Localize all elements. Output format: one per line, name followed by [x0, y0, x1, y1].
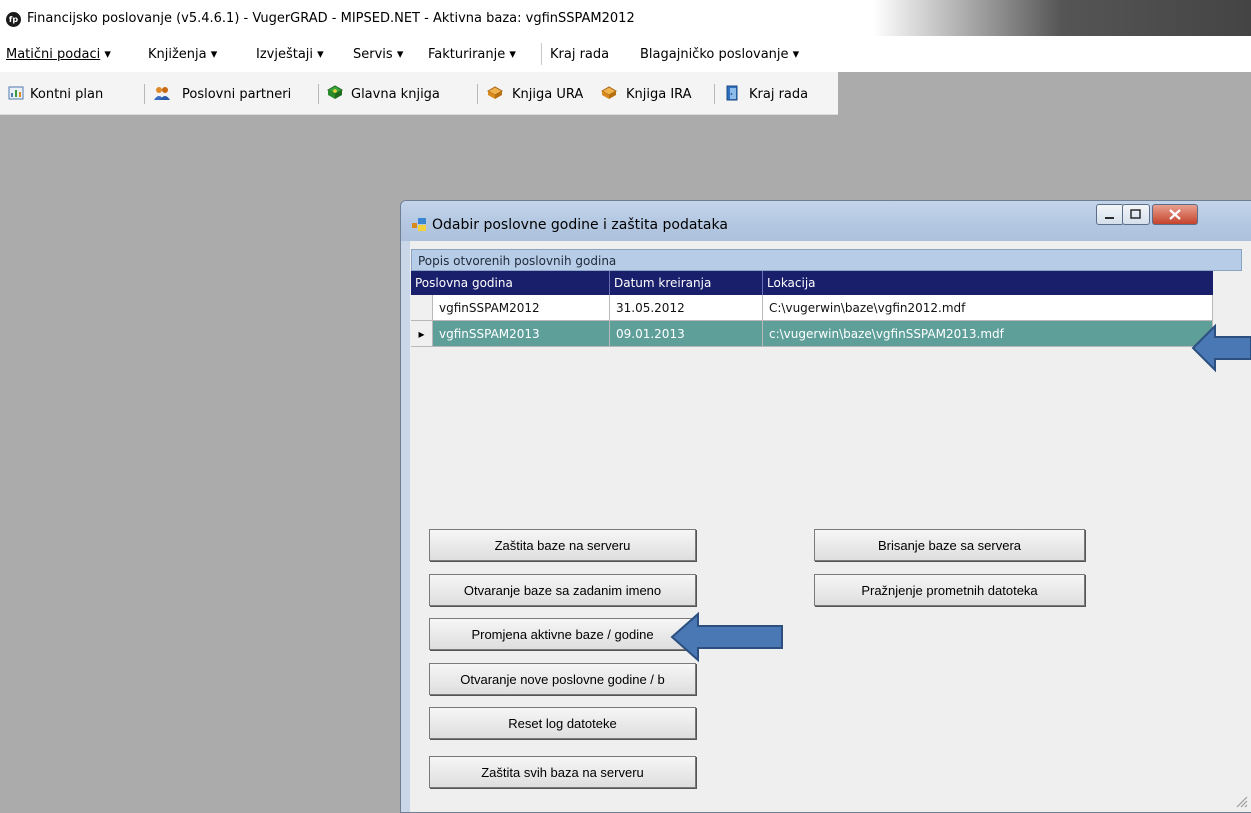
column-header-poslovna-godina[interactable]: Poslovna godina [411, 271, 610, 295]
toolbar-kontni-plan[interactable]: Kontni plan [30, 87, 103, 102]
users-icon [154, 87, 170, 100]
book-ura-icon [487, 86, 503, 99]
minimize-button[interactable] [1096, 204, 1124, 225]
column-header-datum-kreiranja[interactable]: Datum kreiranja [610, 271, 763, 295]
toolbar-knjiga-ura[interactable]: Knjiga URA [512, 87, 583, 102]
cell-poslovna-godina[interactable]: vgfinSSPAM2012 [433, 295, 610, 321]
toolbar-separator [318, 84, 319, 104]
years-grid[interactable]: Poslovna godina Datum kreiranja Lokacija… [411, 271, 1213, 507]
chevron-down-icon: ▾ [317, 47, 324, 62]
annotation-arrow-left-icon [1191, 323, 1251, 373]
cell-lokacija[interactable]: c:\vugerwin\baze\vgfinSSPAM2013.mdf [763, 321, 1213, 347]
maximize-icon [1130, 209, 1141, 219]
chevron-down-icon: ▾ [509, 47, 516, 62]
form-icon [412, 218, 426, 231]
annotation-arrow-left-icon [670, 611, 783, 663]
praznjenje-datoteka-button[interactable]: Pražnjenje prometnih datoteka [814, 574, 1085, 606]
grid-caption: Popis otvorenih poslovnih godina [411, 249, 1242, 271]
menu-blagajnicko-poslovanje[interactable]: Blagajničko poslovanje ▾ [640, 47, 799, 62]
zastita-svih-baza-button[interactable]: Zaštita svih baza na serveru [429, 756, 696, 788]
title-bar-gradient [831, 0, 1251, 36]
toolbar-poslovni-partneri[interactable]: Poslovni partneri [182, 87, 291, 102]
otvaranje-nove-godine-button[interactable]: Otvaranje nove poslovne godine / b [429, 663, 696, 695]
toolbar-separator [714, 84, 715, 104]
menu-izvjestaji[interactable]: Izvještaji ▾ [256, 47, 324, 62]
menu-label: Servis [353, 47, 393, 62]
current-row-icon: ▸ [418, 326, 425, 341]
row-header[interactable]: ▸ [411, 321, 433, 347]
menu-label: Fakturiranje [428, 47, 506, 62]
table-row[interactable]: vgfinSSPAM2012 31.05.2012 C:\vugerwin\ba… [411, 295, 1213, 321]
chevron-down-icon: ▾ [104, 47, 111, 62]
chevron-down-icon: ▾ [210, 47, 218, 62]
toolbar-glavna-knjiga[interactable]: Glavna knjiga [351, 87, 440, 102]
chart-icon [8, 86, 24, 100]
menu-knjizenja[interactable]: Knjiženja ▾ [148, 47, 217, 62]
app-title: Financijsko poslovanje (v5.4.6.1) - Vuge… [27, 11, 635, 26]
cell-lokacija[interactable]: C:\vugerwin\baze\vgfin2012.mdf [763, 295, 1213, 321]
toolbar-kraj-rada[interactable]: Kraj rada [749, 87, 808, 102]
chevron-down-icon: ▾ [792, 47, 800, 62]
menu-label: Knjiženja [148, 47, 207, 62]
cell-datum-kreiranja[interactable]: 09.01.2013 [610, 321, 763, 347]
close-icon [1169, 209, 1181, 220]
app-title-bar: fp Financijsko poslovanje (v5.4.6.1) - V… [0, 0, 1251, 36]
menu-label: Izvještaji [256, 47, 314, 62]
row-header[interactable] [411, 295, 433, 321]
book-icon [327, 85, 343, 99]
resize-grip-icon[interactable] [1234, 794, 1248, 808]
menu-maticni-podaci[interactable]: Matični podaci ▾ [6, 47, 111, 62]
grid-header: Poslovna godina Datum kreiranja Lokacija [411, 271, 1213, 295]
app-icon: fp [6, 12, 21, 27]
menu-label: Matični podaci [6, 47, 101, 62]
toolbar-separator [477, 84, 478, 104]
promjena-aktivne-baze-button[interactable]: Promjena aktivne baze / godine [429, 618, 696, 650]
menu-fakturiranje[interactable]: Fakturiranje ▾ [428, 47, 516, 62]
exit-door-icon [726, 85, 738, 101]
book-ira-icon [601, 86, 617, 99]
cell-datum-kreiranja[interactable]: 31.05.2012 [610, 295, 763, 321]
menu-label: Kraj rada [550, 47, 610, 62]
table-row-selected[interactable]: ▸ vgfinSSPAM2013 09.01.2013 c:\vugerwin\… [411, 321, 1213, 347]
menu-kraj-rada[interactable]: Kraj rada [550, 47, 609, 62]
brisanje-baze-button[interactable]: Brisanje baze sa servera [814, 529, 1085, 561]
maximize-button[interactable] [1122, 204, 1150, 225]
reset-log-button[interactable]: Reset log datoteke [429, 707, 696, 739]
otvaranje-baze-button[interactable]: Otvaranje baze sa zadanim imeno [429, 574, 696, 606]
close-button[interactable] [1152, 204, 1198, 225]
minimize-icon [1105, 217, 1114, 219]
toolbar-separator [144, 84, 145, 104]
menu-label: Blagajničko poslovanje [640, 47, 789, 62]
toolbar-knjiga-ira[interactable]: Knjiga IRA [626, 87, 692, 102]
chevron-down-icon: ▾ [396, 47, 404, 62]
column-header-lokacija[interactable]: Lokacija [763, 271, 1213, 295]
menu-separator [541, 43, 542, 65]
dialog-title: Odabir poslovne godine i zaštita podatak… [432, 217, 728, 233]
menu-servis[interactable]: Servis ▾ [353, 47, 403, 62]
cell-poslovna-godina[interactable]: vgfinSSPAM2013 [433, 321, 610, 347]
dialog-window: Odabir poslovne godine i zaštita podatak… [400, 200, 1251, 813]
zastita-baze-button[interactable]: Zaštita baze na serveru [429, 529, 696, 561]
